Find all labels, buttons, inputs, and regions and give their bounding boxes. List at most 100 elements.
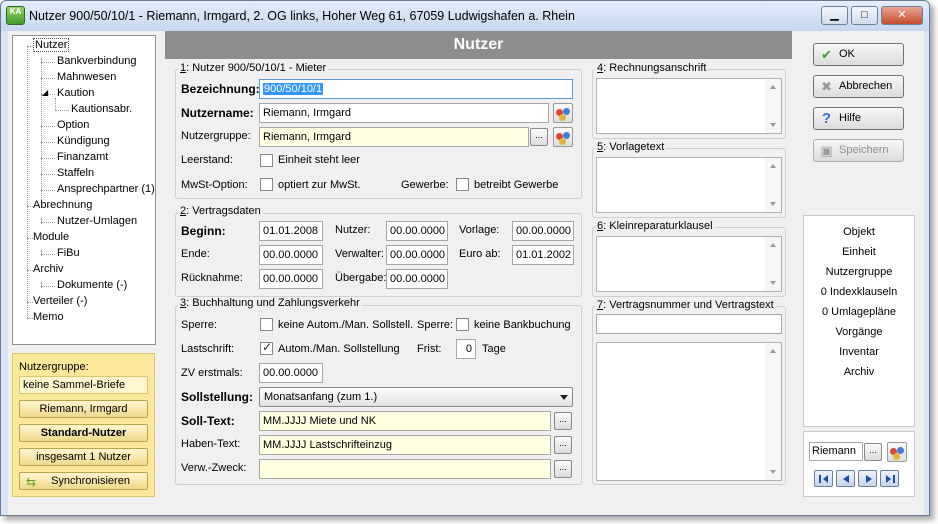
tree-item-kautionsabr[interactable]: Kautionsabr. [71,103,132,115]
tree-item-archiv[interactable]: Archiv [33,263,64,275]
navigator-contacts-icon-button[interactable] [887,442,907,462]
soll-text-browse-button[interactable]: ... [554,412,572,430]
vorlagetext-textarea[interactable] [596,157,782,213]
verwendungszweck-input[interactable] [259,459,551,479]
nutzer-date-input[interactable]: 00.00.0000 [386,221,448,241]
nutzergruppe-input[interactable]: Riemann, Irmgard [259,127,529,147]
app-icon[interactable]: KA [6,6,25,25]
ok-button[interactable]: ✔ OK [813,43,904,66]
tree-item-abrechnung[interactable]: Abrechnung [33,199,92,211]
link-einheit[interactable]: Einheit [804,246,914,258]
ruecknahme-input[interactable]: 00.00.0000 [259,269,323,289]
scrollbar[interactable] [765,343,781,480]
lastschrift-checkbox[interactable] [260,340,273,355]
lastschrift-checkbox-label: Autom./Man. Sollstellung [278,343,400,355]
contacts-icon-button[interactable] [553,103,573,123]
help-icon: ? [821,110,832,127]
link-vorgänge[interactable]: Vorgänge [804,326,914,338]
rechnungsanschrift-textarea[interactable] [596,78,782,134]
minimize-button[interactable]: ▁ [821,6,848,25]
mwst-checkbox[interactable] [260,178,273,191]
chevron-down-icon [560,395,568,400]
sperre-bank-label: Sperre: [417,319,454,331]
speichern-button[interactable]: ▣ Speichern [813,139,904,162]
soll-text-input[interactable]: MM.JJJJ Miete und NK [259,411,551,431]
tree-item-nutzer[interactable]: Nutzer [33,38,70,52]
haben-text-input[interactable]: MM.JJJJ Lastschrifteinzug [259,435,551,455]
navigator-browse-button[interactable]: ... [864,443,882,461]
sammel-briefe-field[interactable]: keine Sammel-Briefe [19,376,148,394]
scrollbar[interactable] [765,158,781,212]
kleinreparatur-textarea[interactable] [596,236,782,292]
section-vorlagetext-title: 5: Vorlagetext [595,141,667,153]
bezeichnung-input[interactable]: 900/50/10/1 [259,79,573,99]
sollstellung-select[interactable]: Monatsanfang (zum 1.) [259,387,573,407]
tree-item-memo[interactable]: Memo [33,311,64,323]
hilfe-button[interactable]: ? Hilfe [813,107,904,130]
abbrechen-button[interactable]: ✖ Abbrechen [813,75,904,98]
tree-item-ansprechpartner-1[interactable]: Ansprechpartner (1) [57,183,155,195]
tree-item-nutzer-umlagen[interactable]: Nutzer-Umlagen [57,215,137,227]
navigation-tree[interactable]: Nutzer Bankverbindung Mahnwesen Kaution ◢ Kau… [12,35,156,345]
expand-icon[interactable]: ◢ [42,88,48,97]
link-archiv[interactable]: Archiv [804,366,914,378]
group-contacts-icon-button[interactable] [553,127,573,147]
vertragsnummer-input[interactable] [596,314,782,334]
related-links-panel: Objekt Einheit Nutzergruppe 0 Indexklauseln… [803,215,915,427]
tree-item-finanzamt[interactable]: Finanzamt [57,151,108,163]
insgesamt-nutzer-button[interactable]: insgesamt 1 Nutzer [19,448,148,466]
scrollbar[interactable] [765,79,781,133]
tree-item-bankverbindung[interactable]: Bankverbindung [57,55,137,67]
tree-item-staffeln[interactable]: Staffeln [57,167,94,179]
tree-item-kündigung[interactable]: Kündigung [57,135,110,147]
next-record-button[interactable] [858,470,877,487]
title-bar[interactable]: KA Nutzer 900/50/10/1 - Riemann, Irmgard… [1,1,929,31]
link-0-indexklauseln[interactable]: 0 Indexklauseln [804,286,914,298]
tree-item-option[interactable]: Option [57,119,89,131]
last-record-button[interactable] [880,470,899,487]
abbrechen-label: Abbrechen [839,80,893,92]
gewerbe-checkbox[interactable] [456,178,469,191]
uebergabe-input[interactable]: 00.00.0000 [386,269,448,289]
navigator-name-field[interactable]: Riemann [809,442,863,461]
euro-ab-input[interactable]: 01.01.2002 [512,245,574,265]
speichern-label: Speichern [839,144,889,156]
previous-record-button[interactable] [836,470,855,487]
nutzername-input[interactable]: Riemann, Irmgard [259,103,549,123]
haben-text-browse-button[interactable]: ... [554,436,572,454]
bezeichnung-label: Bezeichnung: [181,82,260,96]
tree-item-verteiler[interactable]: Verteiler (-) [33,295,87,307]
nutzergruppe-browse-button[interactable]: ... [530,128,548,146]
sperre-sollstellung-checkbox[interactable] [260,318,273,331]
standard-nutzer-button[interactable]: Standard-Nutzer [19,424,148,442]
verwendungszweck-browse-button[interactable]: ... [554,460,572,478]
tree-item-fibu[interactable]: FiBu [57,247,80,259]
link-0-umlagepläne[interactable]: 0 Umlagepläne [804,306,914,318]
ruecknahme-label: Rücknahme: [181,272,243,284]
tree-item-kaution[interactable]: Kaution [57,87,94,99]
tree-item-dokumente[interactable]: Dokumente (-) [57,279,127,291]
zv-erstmals-input[interactable]: 00.00.0000 [259,363,323,383]
riemann-group-button[interactable]: Riemann, Irmgard [19,400,148,418]
beginn-input[interactable]: 01.01.2008 [259,221,323,241]
maximize-button[interactable]: □ [851,6,878,25]
soll-text-label: Soll-Text: [181,414,235,428]
vertragstext-textarea[interactable] [596,342,782,481]
tree-item-mahnwesen[interactable]: Mahnwesen [57,71,116,83]
leerstand-checkbox[interactable] [260,154,273,167]
first-record-button[interactable] [814,470,833,487]
page-title: Nutzer [165,31,792,59]
link-objekt[interactable]: Objekt [804,226,914,238]
application-window: KA Nutzer 900/50/10/1 - Riemann, Irmgard… [0,0,930,516]
link-nutzergruppe[interactable]: Nutzergruppe [804,266,914,278]
synchronisieren-button[interactable]: ⇆ Synchronisieren [19,472,148,490]
link-inventar[interactable]: Inventar [804,346,914,358]
ende-input[interactable]: 00.00.0000 [259,245,323,265]
tree-item-module[interactable]: Module [33,231,69,243]
close-button[interactable]: ✕ [881,6,923,25]
sperre-bankbuchung-checkbox[interactable] [456,318,469,331]
frist-input[interactable]: 0 [456,339,476,359]
scrollbar[interactable] [765,237,781,291]
verwalter-input[interactable]: 00.00.0000 [386,245,448,265]
vorlage-input[interactable]: 00.00.0000 [512,221,574,241]
